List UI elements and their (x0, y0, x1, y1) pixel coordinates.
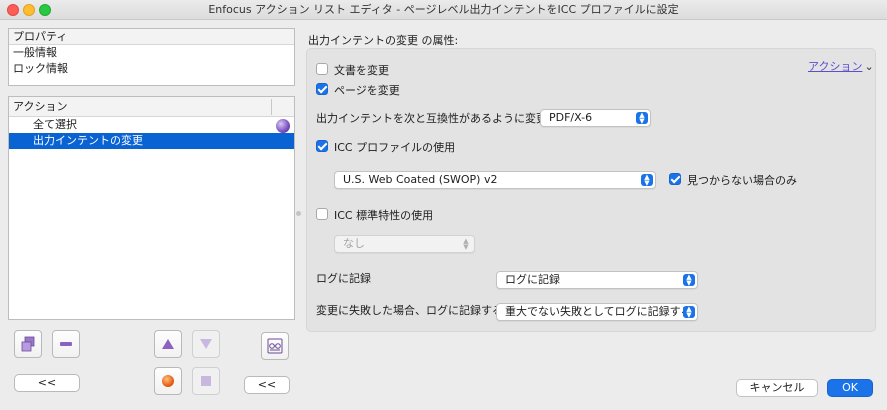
compat-select[interactable]: PDF/X-6 ▲ ▼ (540, 109, 651, 127)
triangle-down-icon (200, 339, 212, 349)
fail-label: 変更に失敗した場合、ログに記録する (316, 304, 503, 317)
view-action-button[interactable] (261, 332, 289, 360)
minimize-window-button[interactable] (23, 4, 35, 16)
properties-item-lock[interactable]: ロック情報 (9, 61, 294, 77)
remove-action-button[interactable] (52, 330, 80, 358)
properties-panel: プロパティ 一般情報 ロック情報 (8, 28, 295, 86)
use-icc-standard-label: ICC 標準特性の使用 (334, 209, 434, 222)
stepper-icon: ▲ ▼ (636, 112, 648, 125)
compat-select-value: PDF/X-6 (549, 111, 593, 124)
icc-profile-select[interactable]: U.S. Web Coated (SWOP) v2 ▲ ▼ (334, 171, 656, 189)
record-icon (162, 375, 174, 387)
cancel-button[interactable]: キャンセル (736, 379, 818, 397)
stop-icon (201, 376, 211, 386)
fail-select[interactable]: 重大でない失敗としてログに記録する ▲ ▼ (496, 303, 698, 321)
stepper-icon: ▲ ▼ (463, 237, 469, 251)
stepper-icon: ▲ ▼ (683, 306, 695, 319)
action-item-label: 出力インテントの変更 (33, 134, 143, 147)
stop-action-button[interactable] (192, 367, 220, 395)
icc-standard-select[interactable]: なし ▲ ▼ (334, 235, 475, 253)
log-select[interactable]: ログに記録 ▲ ▼ (496, 271, 698, 289)
zoom-window-button[interactable] (39, 4, 51, 16)
only-if-missing-label: 見つからない場合のみ (687, 174, 797, 187)
actions-header-label: アクション (13, 100, 68, 113)
change-document-label: 文書を変更 (334, 64, 389, 77)
change-document-checkbox[interactable] (316, 63, 328, 75)
action-status-sphere-icon (276, 119, 290, 133)
actions-panel: アクション 全て選択 出力インテントの変更 (8, 96, 295, 320)
stepper-icon: ▲ ▼ (683, 274, 695, 287)
close-window-button[interactable] (7, 4, 19, 16)
properties-header: プロパティ (9, 29, 294, 45)
properties-item-general[interactable]: 一般情報 (9, 45, 294, 61)
use-icc-checkbox[interactable] (316, 140, 328, 152)
action-item-select-all[interactable]: 全て選択 (9, 117, 294, 133)
actions-header: アクション (9, 97, 294, 117)
settings-box: アクション ⌄ 文書を変更 ページを変更 出力インテントを次と互換性があるように変… (306, 48, 876, 332)
add-action-button[interactable] (14, 330, 42, 358)
column-divider (271, 99, 272, 115)
fail-select-value: 重大でない失敗としてログに記録する (505, 305, 692, 318)
log-select-value: ログに記録 (505, 273, 560, 286)
actions-link[interactable]: アクション ⌄ (808, 58, 874, 74)
action-item-label: 全て選択 (33, 118, 77, 131)
settings-title: 出力インテントの変更 の属性: (308, 34, 459, 47)
icc-profile-select-value: U.S. Web Coated (SWOP) v2 (343, 173, 498, 186)
compat-label: 出力インテントを次と互換性があるように変更: (316, 112, 551, 125)
splitter-handle[interactable] (296, 211, 301, 216)
icc-standard-select-value: なし (343, 237, 365, 250)
stepper-icon: ▲ ▼ (641, 174, 653, 187)
triangle-up-icon (162, 339, 174, 349)
change-page-label: ページを変更 (334, 84, 400, 97)
collapse-panel-button[interactable]: << (14, 374, 80, 392)
duplicate-icon (21, 336, 35, 352)
move-down-button[interactable] (192, 330, 220, 358)
window-titlebar: Enfocus アクション リスト エディタ - ページレベル出力インテントをI… (0, 0, 887, 20)
ok-button[interactable]: OK (827, 379, 873, 397)
log-label: ログに記録 (316, 272, 371, 285)
only-if-missing-checkbox[interactable] (669, 173, 681, 185)
collapse-panel-button-2[interactable]: << (244, 376, 290, 394)
use-icc-label: ICC プロファイルの使用 (334, 141, 456, 154)
move-up-button[interactable] (154, 330, 182, 358)
run-action-button[interactable] (154, 367, 182, 395)
use-icc-standard-checkbox[interactable] (316, 208, 328, 220)
glasses-icon (267, 338, 283, 354)
change-page-checkbox[interactable] (316, 83, 328, 95)
minus-icon (60, 342, 72, 346)
action-item-change-output-intent[interactable]: 出力インテントの変更 (9, 133, 294, 149)
actions-link-label: アクション (808, 60, 863, 73)
chevron-down-icon: ⌄ (864, 60, 874, 73)
window-title: Enfocus アクション リスト エディタ - ページレベル出力インテントをI… (208, 3, 679, 16)
